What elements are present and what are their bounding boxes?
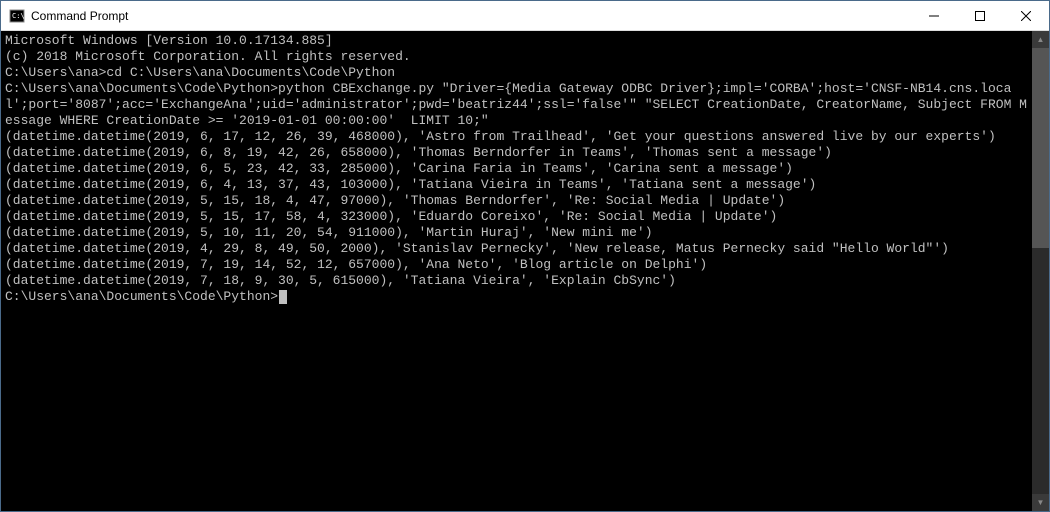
terminal-line: C:\Users\ana>cd C:\Users\ana\Documents\C… xyxy=(5,65,1028,81)
window-controls xyxy=(911,1,1049,30)
scroll-up-arrow-icon[interactable]: ▲ xyxy=(1032,31,1049,48)
cursor-icon xyxy=(279,290,287,304)
terminal-output[interactable]: Microsoft Windows [Version 10.0.17134.88… xyxy=(1,31,1032,511)
scroll-down-arrow-icon[interactable]: ▼ xyxy=(1032,494,1049,511)
minimize-button[interactable] xyxy=(911,1,957,30)
terminal-line: (datetime.datetime(2019, 6, 4, 13, 37, 4… xyxy=(5,177,1028,193)
svg-text:C:\: C:\ xyxy=(12,12,25,20)
command-prompt-window: C:\ Command Prompt Microsoft Windows [Ve… xyxy=(0,0,1050,512)
terminal-line: (datetime.datetime(2019, 5, 15, 17, 58, … xyxy=(5,209,1028,225)
terminal-line: (datetime.datetime(2019, 6, 17, 12, 26, … xyxy=(5,129,1028,145)
vertical-scrollbar[interactable]: ▲ ▼ xyxy=(1032,31,1049,511)
maximize-button[interactable] xyxy=(957,1,1003,30)
terminal-line: (datetime.datetime(2019, 7, 18, 9, 30, 5… xyxy=(5,273,1028,289)
app-icon: C:\ xyxy=(9,8,25,24)
scroll-thumb[interactable] xyxy=(1032,48,1049,248)
terminal-line: C:\Users\ana\Documents\Code\Python>pytho… xyxy=(5,81,1028,129)
terminal-line: (datetime.datetime(2019, 6, 5, 23, 42, 3… xyxy=(5,161,1028,177)
terminal-area: Microsoft Windows [Version 10.0.17134.88… xyxy=(1,31,1049,511)
close-button[interactable] xyxy=(1003,1,1049,30)
terminal-prompt: C:\Users\ana\Documents\Code\Python> xyxy=(5,289,1028,305)
terminal-line: (datetime.datetime(2019, 5, 10, 11, 20, … xyxy=(5,225,1028,241)
terminal-line: (datetime.datetime(2019, 7, 19, 14, 52, … xyxy=(5,257,1028,273)
terminal-line: (datetime.datetime(2019, 6, 8, 19, 42, 2… xyxy=(5,145,1028,161)
terminal-line: Microsoft Windows [Version 10.0.17134.88… xyxy=(5,33,1028,49)
titlebar[interactable]: C:\ Command Prompt xyxy=(1,1,1049,31)
terminal-line: (datetime.datetime(2019, 4, 29, 8, 49, 5… xyxy=(5,241,1028,257)
terminal-line: (datetime.datetime(2019, 5, 15, 18, 4, 4… xyxy=(5,193,1028,209)
terminal-line: (c) 2018 Microsoft Corporation. All righ… xyxy=(5,49,1028,65)
window-title: Command Prompt xyxy=(31,9,911,23)
